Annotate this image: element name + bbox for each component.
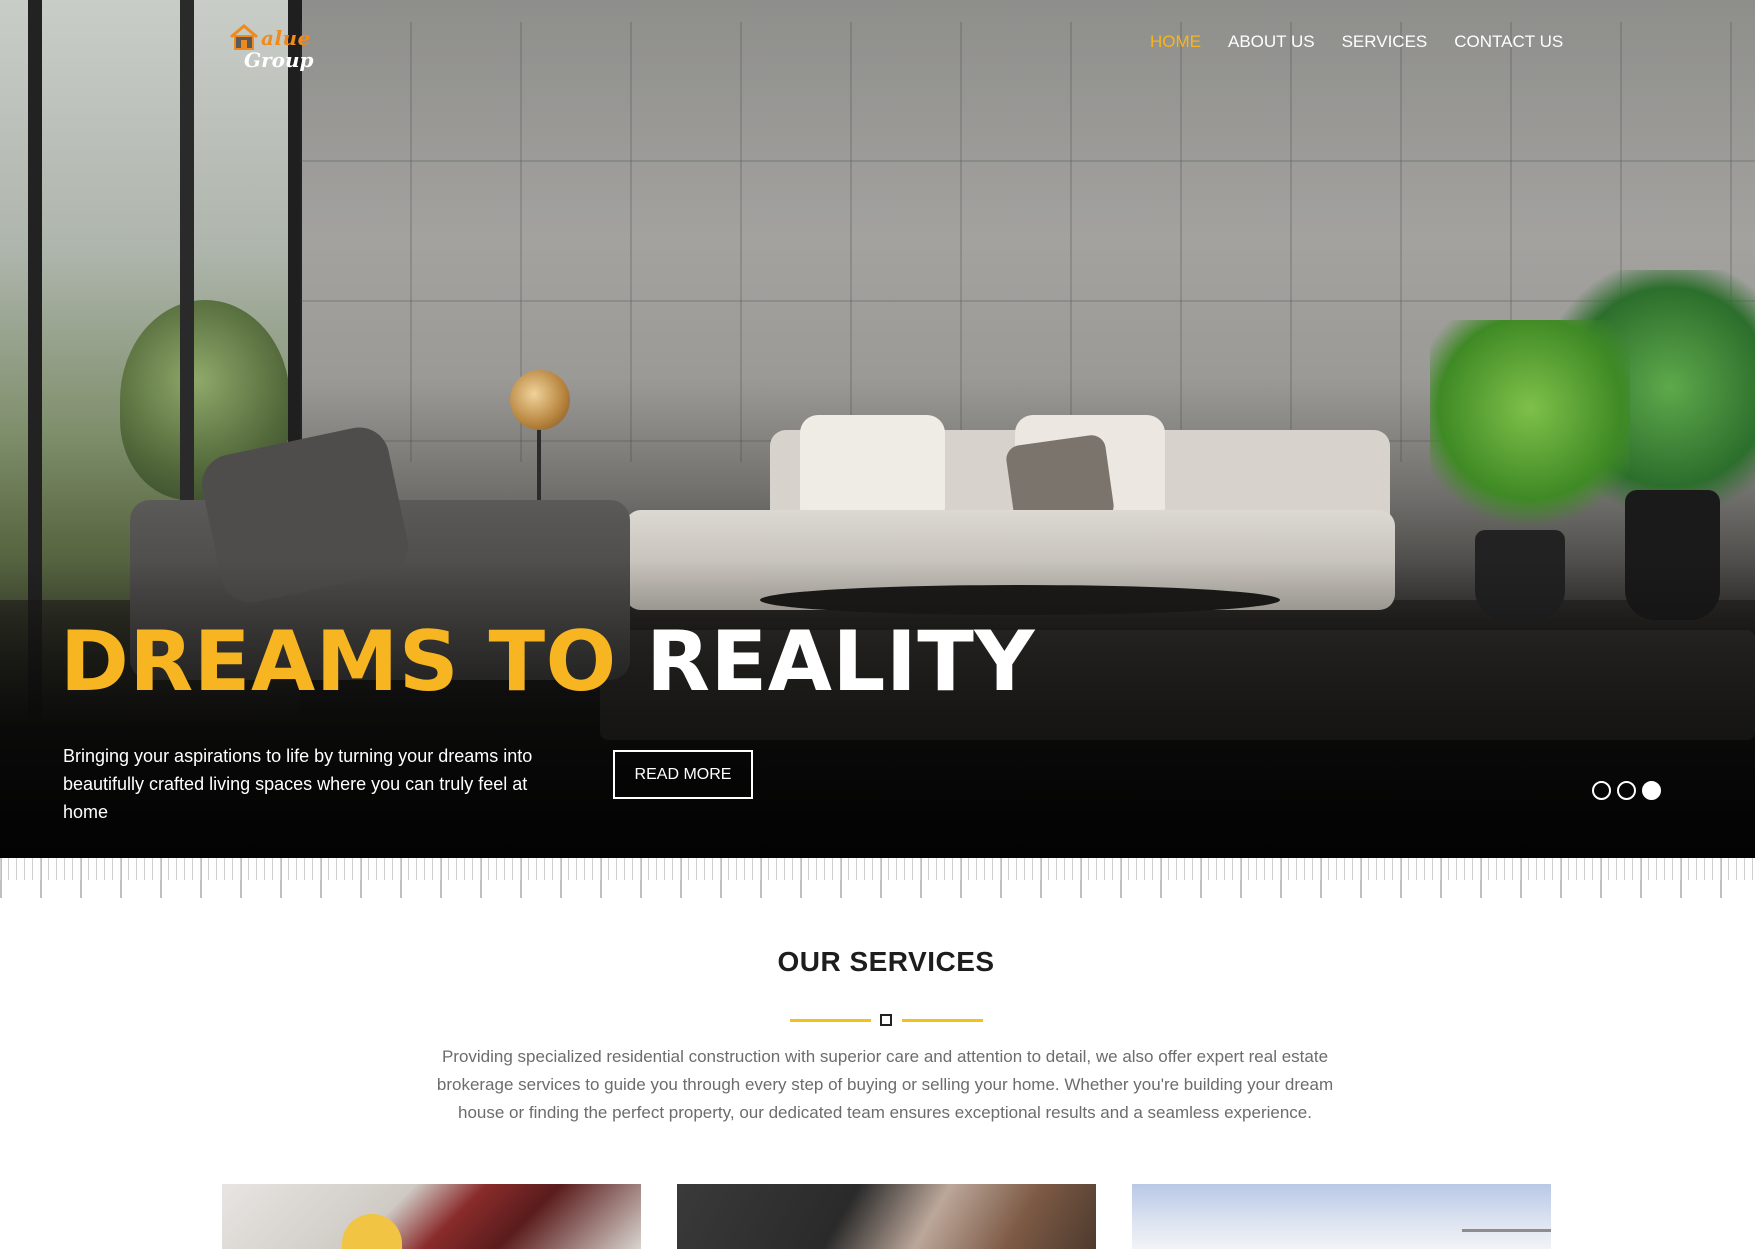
divider-line-left	[790, 1019, 871, 1022]
hard-hat-image	[342, 1214, 402, 1249]
title-divider	[790, 1013, 983, 1027]
service-card-real-estate[interactable]	[1132, 1184, 1551, 1249]
hero-headline-highlight: DREAMS TO	[60, 613, 617, 710]
divider-line-right	[902, 1019, 983, 1022]
hero-subtext: Bringing your aspirations to life by tur…	[63, 746, 533, 822]
service-card-roofing[interactable]	[677, 1184, 1096, 1249]
nav-services[interactable]: SERVICES	[1342, 28, 1428, 56]
nav-home[interactable]: HOME	[1150, 28, 1201, 56]
service-card-construction[interactable]	[222, 1184, 641, 1249]
services-title: OUR SERVICES	[777, 946, 995, 977]
logo-text-bottom: Group	[244, 48, 314, 72]
hero-banner	[0, 0, 1755, 858]
site-logo[interactable]: alue Group	[228, 20, 328, 72]
divider-square-icon	[880, 1014, 892, 1026]
hero-headline: DREAMS TO REALITY	[60, 620, 1035, 703]
balcony-rail-image	[1462, 1229, 1551, 1232]
slider-dot-3-active[interactable]	[1642, 781, 1661, 800]
slider-dot-1[interactable]	[1592, 781, 1611, 800]
logo-text-top: alue	[261, 26, 311, 50]
nav-contact-us[interactable]: CONTACT US	[1454, 28, 1563, 56]
hero-headline-main: REALITY	[646, 613, 1035, 710]
services-cards	[222, 1184, 1552, 1249]
main-nav: HOME ABOUT US SERVICES CONTACT US	[1150, 28, 1590, 56]
read-more-button[interactable]: READ MORE	[613, 750, 753, 799]
hero-window-frame	[180, 0, 194, 560]
hero-lamp	[510, 370, 570, 430]
services-description: Providing specialized residential constr…	[436, 1047, 1334, 1122]
slider-dot-2[interactable]	[1617, 781, 1636, 800]
ruler-divider	[0, 858, 1755, 900]
slider-pagination	[1592, 781, 1661, 800]
nav-about-us[interactable]: ABOUT US	[1228, 28, 1315, 56]
hero-pillow	[800, 415, 945, 525]
hero-plant	[1430, 320, 1630, 540]
